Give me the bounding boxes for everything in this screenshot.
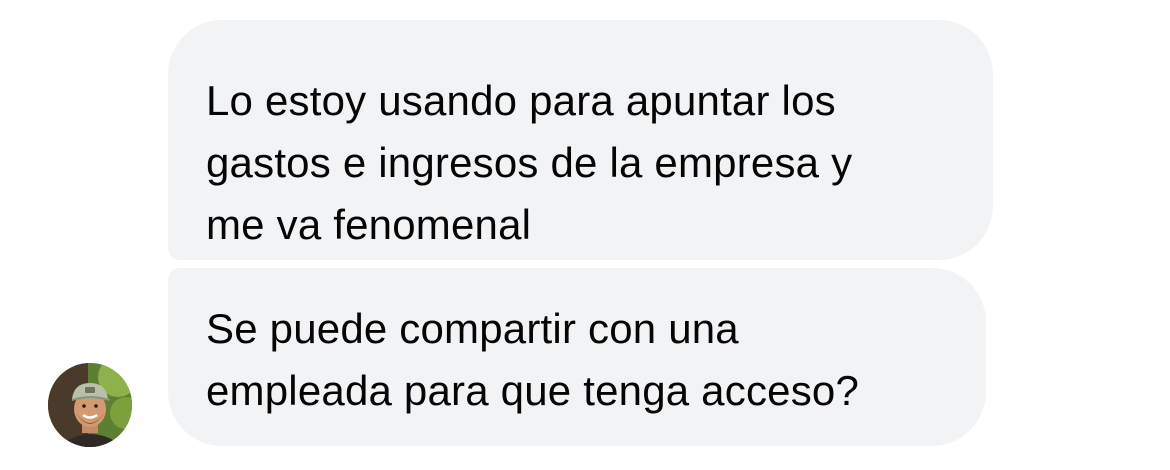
message-text-line: me va fenomenal (206, 201, 532, 248)
chat-thread: Lo estoy usando para apuntar los gastos … (0, 0, 1170, 470)
message-bubble[interactable]: Se puede compartir con una empleada para… (168, 268, 986, 446)
message-text-line: Se puede compartir con una (206, 305, 739, 352)
avatar-photo-icon (48, 363, 132, 447)
message-text-line: gastos e ingresos de la empresa y (206, 139, 853, 186)
message-text-line: Lo estoy usando para apuntar los (206, 77, 836, 124)
sender-avatar[interactable] (48, 363, 132, 447)
message-bubble[interactable]: Lo estoy usando para apuntar los gastos … (168, 20, 993, 260)
message-text-line: empleada para que tenga acceso? (206, 367, 860, 414)
